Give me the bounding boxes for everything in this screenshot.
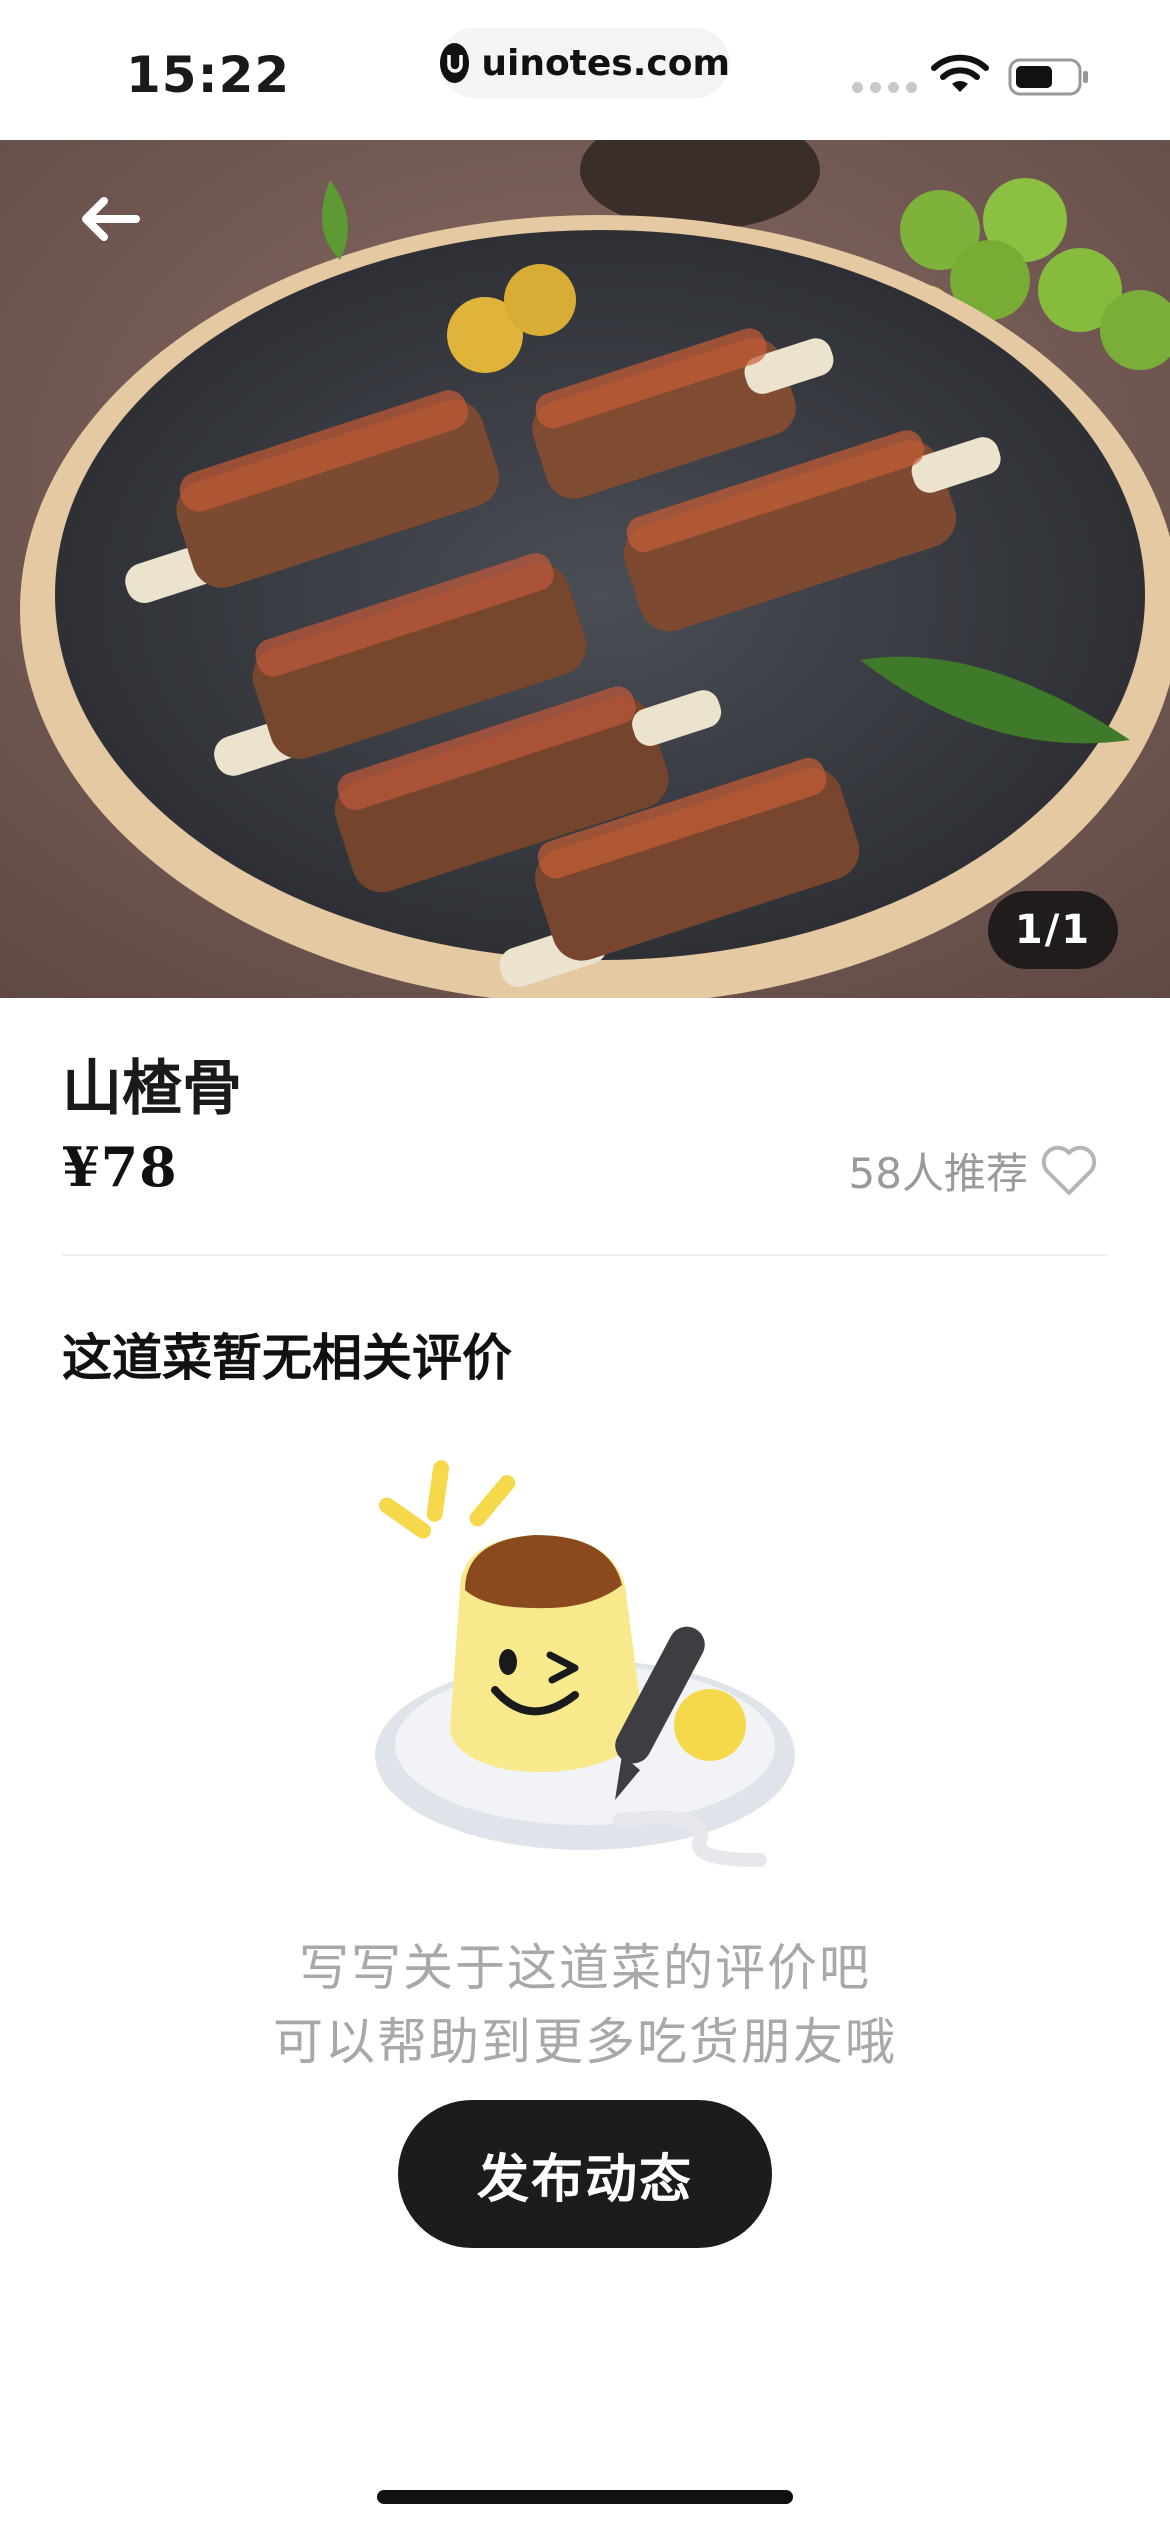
url-pill[interactable]: uinotes.com (440, 28, 730, 98)
url-text: uinotes.com (481, 42, 730, 84)
dish-photo[interactable]: 1/1 (0, 140, 1170, 998)
site-logo-icon (440, 43, 470, 83)
wifi-icon (931, 54, 989, 92)
image-counter: 1/1 (988, 891, 1118, 969)
post-review-button[interactable]: 发布动态 (398, 2100, 772, 2248)
pudding-mascot-icon (375, 1460, 795, 1867)
empty-state-line-2: 可以帮助到更多吃货朋友哦 (273, 2013, 897, 2071)
dish-photo-illustration (0, 140, 1170, 998)
dish-name: 山楂骨 (62, 1054, 242, 1124)
empty-state-line-1: 写写关于这道菜的评价吧 (299, 1939, 871, 1997)
review-section-title: 这道菜暂无相关评价 (62, 1329, 512, 1387)
battery-icon (1008, 58, 1088, 96)
back-button[interactable] (70, 184, 150, 254)
dish-price: ¥78 (62, 1135, 178, 1199)
home-indicator[interactable] (377, 2490, 793, 2504)
divider (62, 1254, 1108, 1256)
status-bar: 15:22 uinotes.com (0, 0, 1170, 140)
arrow-left-icon (82, 197, 140, 241)
signal-dots-icon (852, 82, 917, 93)
recommend-button[interactable]: 58人推荐 (849, 1140, 1098, 1201)
status-time: 15:22 (126, 46, 291, 104)
heart-outline-icon (1041, 1145, 1097, 1195)
recommend-count: 58人推荐 (848, 1149, 1028, 1198)
